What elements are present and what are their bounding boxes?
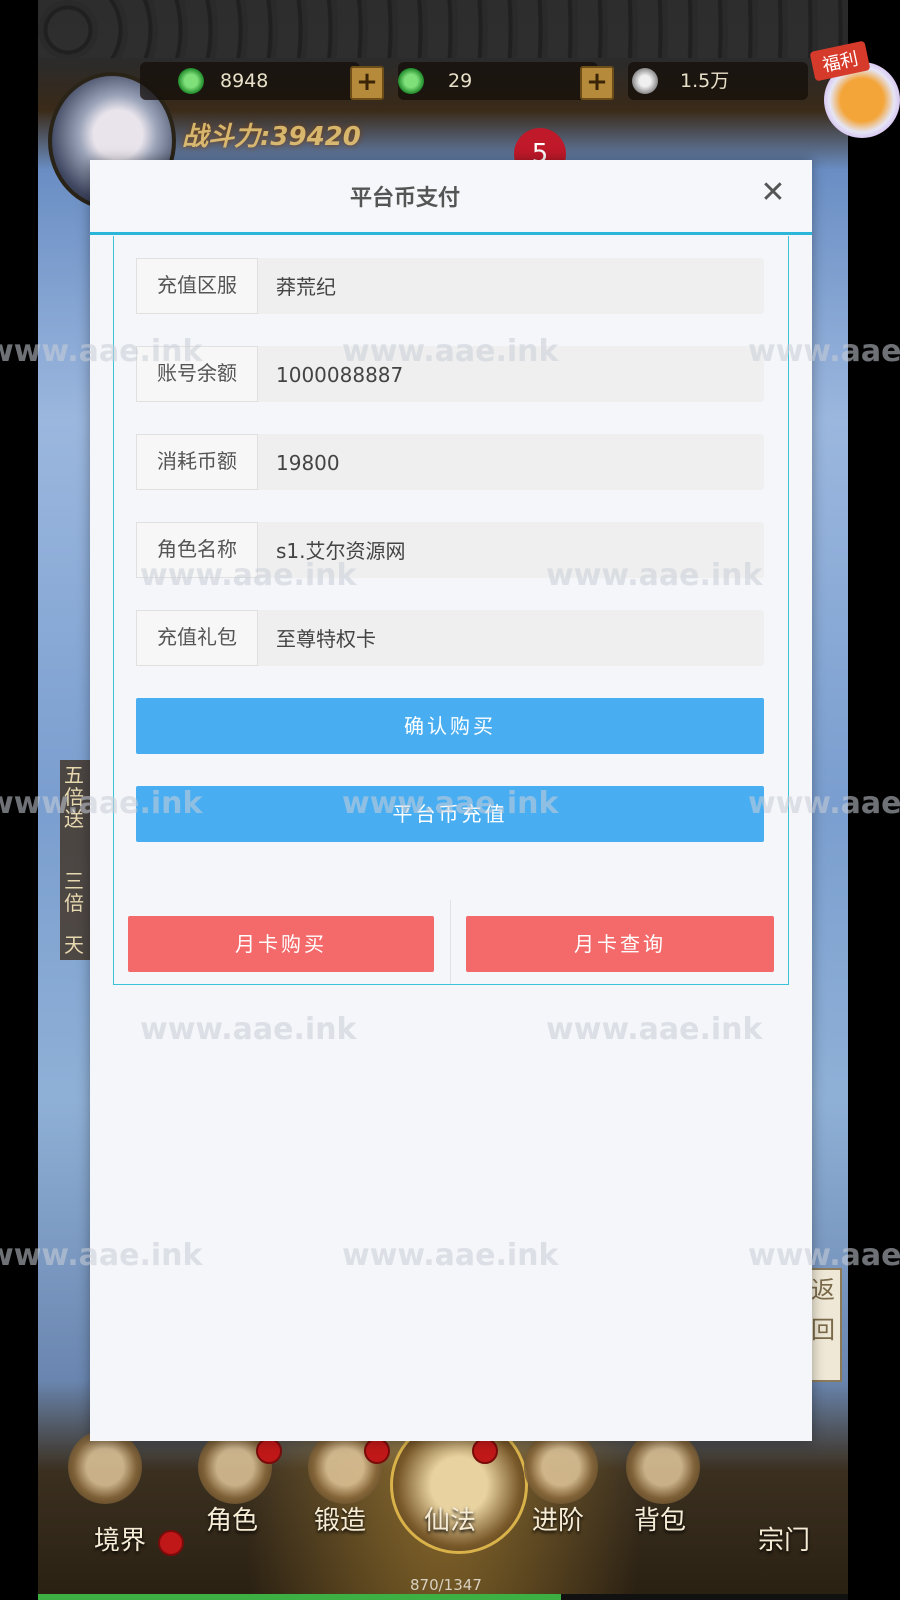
server-label: 充值区服: [136, 258, 258, 314]
cost-row: 消耗币额 19800: [136, 434, 764, 490]
server-row: 充值区服 莽荒纪: [136, 258, 764, 314]
add-locked-jade-button[interactable]: +: [580, 66, 614, 100]
nav-realm[interactable]: 境界: [94, 1520, 146, 1557]
platform-recharge-button[interactable]: 平台币充值: [136, 786, 764, 842]
bag-icon: [626, 1430, 700, 1504]
advance-icon: [524, 1430, 598, 1504]
character-alert-dot: [256, 1438, 282, 1464]
welfare-button[interactable]: 福利: [808, 24, 900, 138]
balance-label: 账号余额: [136, 346, 258, 402]
nav-character[interactable]: 角色: [206, 1500, 258, 1537]
close-button[interactable]: ✕: [756, 176, 790, 210]
bottom-nav: 境界 角色 锻造 仙法 进阶 背包 宗门: [38, 1416, 848, 1600]
spell-alert-dot: [472, 1438, 498, 1464]
button-divider: [450, 900, 451, 984]
silver-coin-icon: [632, 68, 658, 94]
payment-form: 充值区服 莽荒纪 账号余额 1000088887 消耗币额 19800 角色名称…: [113, 236, 789, 985]
nav-forge[interactable]: 锻造: [314, 1500, 366, 1537]
jade-coin-icon: [178, 68, 204, 94]
progress-fill: [38, 1594, 562, 1600]
role-row: 角色名称 s1.艾尔资源网: [136, 522, 764, 578]
balance-field[interactable]: 1000088887: [258, 346, 764, 402]
currency-bar: 8948 + 29 + 1.5万: [140, 62, 820, 102]
power-label: 战斗力:39420: [182, 122, 361, 152]
role-label: 角色名称: [136, 522, 258, 578]
silver-amount: 1.5万: [680, 70, 730, 92]
locked-jade-icon: [398, 68, 424, 94]
realm-alert-dot: [158, 1530, 184, 1556]
return-label: 返回: [811, 1276, 835, 1344]
dialog-title: 平台币支付: [349, 186, 460, 211]
package-field[interactable]: 至尊特权卡: [258, 610, 764, 666]
progress-text: 870/1347: [410, 1576, 482, 1594]
silver-currency: 1.5万: [628, 62, 808, 100]
balance-row: 账号余额 1000088887: [136, 346, 764, 402]
nav-sect[interactable]: 宗门: [758, 1520, 810, 1557]
monthly-card-buy-button[interactable]: 月卡购买: [128, 916, 434, 972]
cost-field[interactable]: 19800: [258, 434, 764, 490]
role-field[interactable]: s1.艾尔资源网: [258, 522, 764, 578]
locked-jade-currency: 29: [398, 62, 598, 100]
jade-amount: 8948: [220, 70, 269, 92]
nav-bag[interactable]: 背包: [634, 1500, 686, 1537]
monthly-card-query-button[interactable]: 月卡查询: [466, 916, 774, 972]
package-label: 充值礼包: [136, 610, 258, 666]
confirm-purchase-button[interactable]: 确认购买: [136, 698, 764, 754]
payment-dialog: 平台币支付 ✕ 充值区服 莽荒纪 账号余额 1000088887 消耗币额 19…: [90, 160, 812, 1441]
nav-spell[interactable]: 仙法: [424, 1500, 476, 1537]
forge-alert-dot: [364, 1438, 390, 1464]
add-jade-button[interactable]: +: [350, 66, 384, 100]
cost-label: 消耗币额: [136, 434, 258, 490]
progress-bar: [38, 1594, 848, 1600]
nav-advance[interactable]: 进阶: [532, 1500, 584, 1537]
roof-tiles: [38, 0, 848, 58]
close-icon: ✕: [760, 175, 786, 210]
server-field[interactable]: 莽荒纪: [258, 258, 764, 314]
jade-currency: 8948: [140, 62, 360, 100]
locked-jade-amount: 29: [448, 70, 473, 92]
dialog-header: 平台币支付 ✕: [90, 160, 812, 235]
realm-icon: [68, 1430, 142, 1504]
package-row: 充值礼包 至尊特权卡: [136, 610, 764, 666]
